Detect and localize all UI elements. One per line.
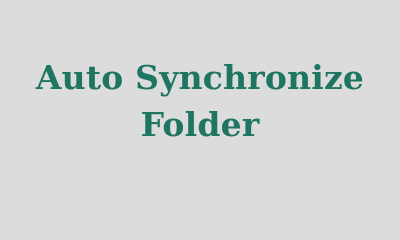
title-banner: Auto Synchronize Folder (0, 0, 400, 200)
title-line-2: Folder (140, 105, 260, 144)
title-line-1: Auto Synchronize (35, 58, 365, 97)
banner-title: Auto Synchronize Folder (36, 52, 364, 148)
